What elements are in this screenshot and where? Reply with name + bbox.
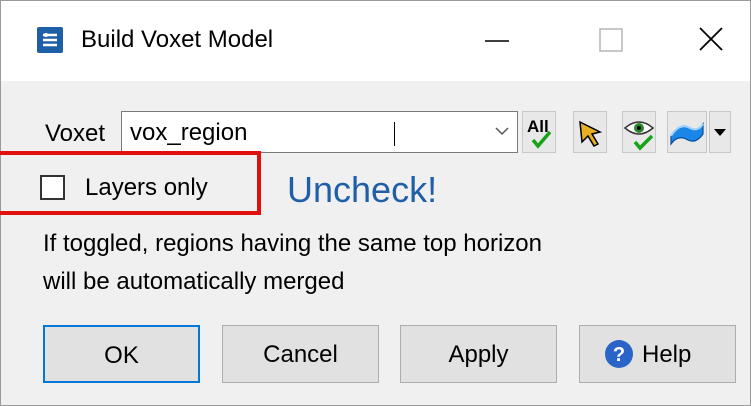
layers-only-label[interactable]: Layers only	[85, 173, 208, 203]
window-title: Build Voxet Model	[81, 26, 274, 53]
app-icon	[37, 27, 63, 53]
help-button[interactable]: ? Help	[579, 325, 736, 383]
visibility-button[interactable]	[622, 111, 656, 153]
ok-button[interactable]: OK	[43, 325, 200, 383]
help-text-line2: will be automatically merged	[43, 268, 345, 295]
svg-text:?: ?	[613, 344, 625, 366]
all-text: All	[527, 117, 549, 136]
apply-label: Apply	[448, 341, 509, 368]
maximize-icon[interactable]	[586, 17, 638, 65]
pick-arrow-icon	[579, 120, 603, 147]
text-caret	[394, 122, 395, 146]
minimize-icon[interactable]	[471, 17, 523, 65]
uncheck-annotation: Uncheck!	[287, 169, 438, 210]
surface-icon	[670, 121, 704, 146]
voxet-label: Voxet	[45, 120, 106, 147]
surface-button[interactable]	[667, 111, 707, 153]
close-icon[interactable]	[685, 17, 737, 65]
apply-button[interactable]: Apply	[400, 325, 557, 383]
help-text-line1: If toggled, regions having the same top …	[43, 230, 542, 257]
voxet-value: vox_region	[130, 119, 248, 146]
chevron-down-icon[interactable]	[493, 122, 511, 140]
title-bar: Build Voxet Model	[1, 1, 750, 81]
toolbar-dropdown[interactable]	[709, 111, 731, 153]
build-voxet-model-dialog: Build Voxet Model Voxet vox_region All L…	[0, 0, 751, 406]
layers-only-checkbox[interactable]	[40, 175, 65, 200]
eye-check-icon	[623, 121, 655, 151]
pick-button[interactable]	[573, 111, 607, 153]
cancel-label: Cancel	[263, 341, 338, 368]
all-check-icon: All	[527, 117, 552, 149]
ok-label: OK	[104, 342, 139, 369]
dropdown-arrow-icon	[714, 129, 726, 136]
voxet-combobox[interactable]: vox_region	[121, 111, 518, 153]
help-icon: ?	[605, 340, 633, 368]
help-label: Help	[642, 341, 692, 368]
select-all-button[interactable]: All	[522, 111, 556, 153]
cancel-button[interactable]: Cancel	[222, 325, 379, 383]
